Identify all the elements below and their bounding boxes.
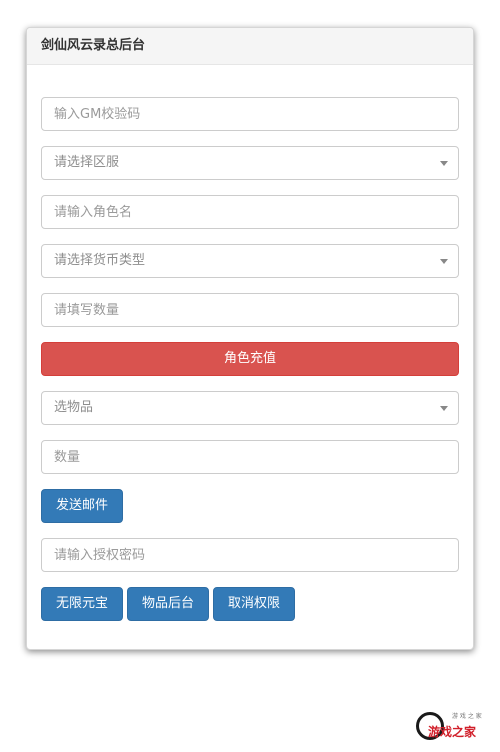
logo-tagline: 游 戏 之 家 <box>452 713 482 720</box>
role-recharge-button[interactable]: 角色充值 <box>41 342 459 376</box>
currency-select-label: 请选择货币类型 <box>54 253 146 268</box>
item-select-label: 选物品 <box>54 400 94 415</box>
panel-title: 剑仙风云录总后台 <box>27 28 473 65</box>
server-select[interactable]: 请选择区服 <box>41 146 459 180</box>
send-mail-button[interactable]: 发送邮件 <box>41 489 123 523</box>
chevron-down-icon <box>440 259 448 264</box>
site-logo: 游 戏 之 家 游戏之家 <box>416 710 494 746</box>
item-backend-button[interactable]: 物品后台 <box>127 587 209 621</box>
revoke-permission-button[interactable]: 取消权限 <box>213 587 295 621</box>
server-select-label: 请选择区服 <box>54 155 120 170</box>
chevron-down-icon <box>440 406 448 411</box>
chevron-down-icon <box>440 161 448 166</box>
admin-panel: 剑仙风云录总后台 请选择区服 请选择货币类型 角色充值 选物品 发送邮件 无限元… <box>26 27 474 650</box>
unlimited-gold-button[interactable]: 无限元宝 <box>41 587 123 621</box>
currency-type-select[interactable]: 请选择货币类型 <box>41 244 459 278</box>
item-select[interactable]: 选物品 <box>41 391 459 425</box>
amount-input[interactable] <box>41 293 459 327</box>
role-name-input[interactable] <box>41 195 459 229</box>
logo-brand: 游戏之家 <box>428 725 477 739</box>
item-quantity-input[interactable] <box>41 440 459 474</box>
gm-code-input[interactable] <box>41 97 459 131</box>
auth-password-input[interactable] <box>41 538 459 572</box>
